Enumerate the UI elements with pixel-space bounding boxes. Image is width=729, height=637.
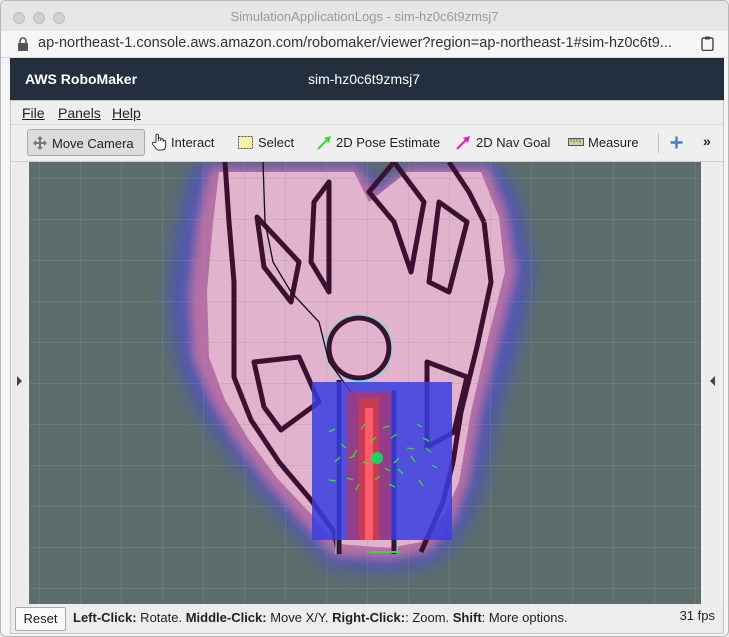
plus-icon[interactable] xyxy=(670,136,683,149)
window-title: SimulationApplicationLogs - sim-hz0c6t9z… xyxy=(230,9,499,24)
move-camera-icon xyxy=(33,136,47,150)
reset-button[interactable]: Reset xyxy=(15,607,66,631)
browser-window: SimulationApplicationLogs - sim-hz0c6t9z… xyxy=(0,0,729,637)
nav-goal-arrow-icon xyxy=(456,136,470,150)
menu-help[interactable]: Help xyxy=(112,105,141,121)
tool-label: Interact xyxy=(171,135,215,150)
toolbar-overflow-icon[interactable]: » xyxy=(703,133,711,149)
expand-left-icon xyxy=(17,376,22,386)
address-bar[interactable]: ap-northeast-1.console.aws.amazon.com/ro… xyxy=(1,31,728,58)
rviz-app: File Panels Help Move Camera Interact Se… xyxy=(10,100,724,634)
close-window-icon[interactable] xyxy=(13,12,25,24)
mouse-hint: Left-Click: Rotate. Middle-Click: Move X… xyxy=(73,610,568,625)
menu-file[interactable]: File xyxy=(22,105,45,121)
fps-readout: 31 fps xyxy=(679,608,715,623)
3d-viewport[interactable] xyxy=(29,162,701,604)
pose-arrow-icon xyxy=(317,136,331,150)
status-bar: Reset Left-Click: Rotate. Middle-Click: … xyxy=(11,604,723,633)
tool-label: 2D Pose Estimate xyxy=(336,135,441,150)
map-canvas xyxy=(29,162,701,604)
hand-pointer-icon xyxy=(151,133,167,151)
tool-interact[interactable]: Interact xyxy=(151,129,231,156)
robomaker-header: AWS RoboMaker sim-hz0c6t9zmsj7 xyxy=(10,58,724,100)
url-text[interactable]: ap-northeast-1.console.aws.amazon.com/ro… xyxy=(38,35,672,51)
ruler-icon xyxy=(568,138,584,146)
menu-panels[interactable]: Panels xyxy=(58,105,101,121)
lock-icon xyxy=(18,37,28,51)
tool-bar: Move Camera Interact Select 2D Pose Esti… xyxy=(11,124,723,162)
tool-2d-nav-goal[interactable]: 2D Nav Goal xyxy=(456,129,551,156)
brand-title: AWS RoboMaker xyxy=(25,71,138,87)
tool-label: Move Camera xyxy=(52,136,134,151)
clipboard-icon[interactable] xyxy=(701,36,714,51)
right-panel-toggle[interactable] xyxy=(705,162,719,604)
left-panel-toggle[interactable] xyxy=(13,162,27,604)
tool-measure[interactable]: Measure xyxy=(568,129,640,156)
expand-right-icon xyxy=(710,376,715,386)
tool-label: Select xyxy=(258,135,295,150)
select-box-icon xyxy=(238,136,253,149)
toolbar-separator xyxy=(658,133,659,153)
tool-2d-pose-estimate[interactable]: 2D Pose Estimate xyxy=(317,129,441,156)
simulation-id: sim-hz0c6t9zmsj7 xyxy=(308,71,421,87)
zoom-window-icon[interactable] xyxy=(53,12,65,24)
minimize-window-icon[interactable] xyxy=(33,12,45,24)
tool-label: 2D Nav Goal xyxy=(476,135,551,150)
tool-move-camera[interactable]: Move Camera xyxy=(27,129,145,156)
tool-select[interactable]: Select xyxy=(238,129,298,156)
menu-bar: File Panels Help xyxy=(11,101,723,123)
title-bar: SimulationApplicationLogs - sim-hz0c6t9z… xyxy=(1,1,728,31)
tool-label: Measure xyxy=(588,135,639,150)
